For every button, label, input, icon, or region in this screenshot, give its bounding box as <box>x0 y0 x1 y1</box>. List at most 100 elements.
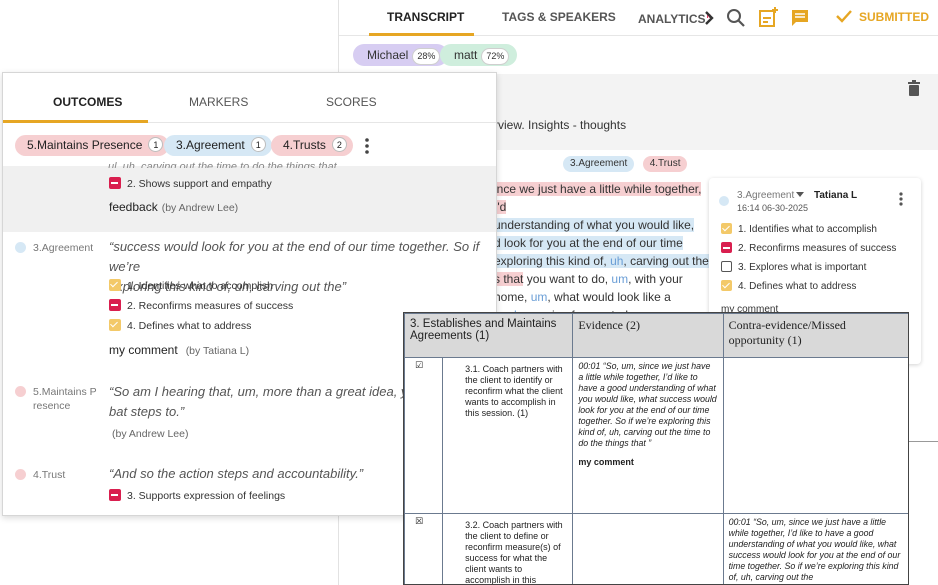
outcomes-tabs: OUTCOMES MARKERS SCORES <box>3 73 496 123</box>
transcript-text: understanding of what you would like, <box>494 218 695 232</box>
tab-outcomes[interactable]: OUTCOMES <box>53 73 122 123</box>
criterion-label: 2. Reconfirms measures of success <box>127 300 294 312</box>
chevron-right-icon[interactable] <box>697 6 721 30</box>
criterion-label: 3. Supports expression of feelings <box>127 490 286 502</box>
evidence-cell: 00:01 “So, um, since we just have a litt… <box>572 357 724 514</box>
speaker-chip-michael[interactable]: Michael 28% <box>353 44 449 66</box>
criterion-label: 2. Reconfirms measures of success <box>738 243 897 254</box>
criterion-item[interactable]: 2. Reconfirms measures of success <box>721 242 896 256</box>
minus-box-icon <box>109 177 121 189</box>
table-row: ☒ 3.2. Coach partners with the client to… <box>404 513 908 584</box>
comment-time: 16:14 06-30-2025 <box>737 203 809 213</box>
search-icon[interactable] <box>724 6 748 30</box>
checked-box-icon <box>721 280 732 291</box>
criterion-item[interactable]: 3. Explores what is important <box>721 261 866 275</box>
criterion-cell: 3.2. Coach partners with the client to d… <box>442 513 574 584</box>
label-line: resence <box>33 400 71 412</box>
criterion-item[interactable]: 1. Identifies what to accomplish <box>109 279 273 292</box>
filler-word: um <box>530 290 548 304</box>
criterion-label: 2. Shows support and empathy <box>127 178 272 190</box>
quote-line: “So am I hearing that, um, more than a g… <box>109 384 443 399</box>
speaker-percent: 28% <box>412 48 441 65</box>
criterion-item[interactable]: 4. Defines what to address <box>721 280 856 294</box>
table-header-row: 3. Establishes and Maintains Agreements … <box>404 313 908 358</box>
checked-box-icon <box>109 319 121 331</box>
contra-cell: 00:01 “So, um, since we just have a litt… <box>722 513 908 584</box>
competency-document: 3. Establishes and Maintains Agreements … <box>403 312 909 585</box>
chip-label: 5.Maintains Presence <box>27 138 143 152</box>
transcript-fragment: , carving out the <box>623 254 709 268</box>
tag-color-dot <box>15 386 26 397</box>
checked-box-icon[interactable]: ☑ <box>404 357 444 514</box>
tag-chip-agreement[interactable]: 3.Agreement <box>563 156 635 172</box>
comment-author: (by Andrew Lee) <box>161 202 239 214</box>
contra-cell <box>722 357 908 514</box>
quote-line: “success would look for you at the end o… <box>109 239 480 274</box>
criterion-label: 1. Identifies what to accomplish <box>738 224 877 235</box>
transcript-fragment: , with your <box>628 272 683 286</box>
criterion-item[interactable]: 1. Identifies what to accomplish <box>721 223 877 237</box>
tab-analytics-label: ANALYTICS <box>638 12 706 26</box>
transcript-text: ince we just have a little while togethe… <box>494 182 702 214</box>
tag-color-dot <box>15 469 26 480</box>
criterion-item[interactable]: 4. Defines what to address <box>109 319 251 332</box>
check-icon <box>836 10 852 23</box>
criterion-label: 4. Defines what to address <box>127 320 252 332</box>
entry-comment: my comment (by Tatiana L) <box>109 343 249 357</box>
minus-box-icon <box>109 299 121 311</box>
tab-scores[interactable]: SCORES <box>326 73 377 123</box>
comment-tag-dropdown[interactable]: 3.Agreement <box>737 190 805 201</box>
criterion-label: 1. Identifies what to accomplish <box>127 280 273 292</box>
transcript-text: exploring this kind of, uh, carving out … <box>494 254 709 268</box>
tag-chip-trust[interactable]: 4.Trust <box>642 156 688 172</box>
comment-text: my comment <box>109 343 178 357</box>
label-line: 5.Maintains P <box>33 386 97 398</box>
segment-notes: rview. Insights - thoughts <box>494 118 627 132</box>
trash-icon[interactable] <box>907 80 921 96</box>
comment-icon[interactable] <box>788 6 812 30</box>
filter-chip-trusts[interactable]: 4.Trusts 2 <box>271 135 353 156</box>
tab-markers[interactable]: MARKERS <box>189 73 248 123</box>
tag-color-dot <box>719 196 729 206</box>
segment-tags: 3.Agreement 4.Trust <box>563 153 691 172</box>
selected-outcome-row[interactable] <box>3 166 496 232</box>
table-header-cell: Evidence (2) <box>572 313 724 358</box>
entry-tag-label: 3.Agreement <box>33 242 94 254</box>
tab-transcript[interactable]: TRANSCRIPT <box>387 0 464 36</box>
competency-table: 3. Establishes and Maintains Agreements … <box>404 313 908 584</box>
criterion-item[interactable]: 2. Shows support and empathy <box>109 177 272 190</box>
entry-tag-label: 5.Maintains P resence <box>33 385 97 413</box>
transcript-fragment: home, <box>494 290 531 304</box>
evidence-comment: my comment <box>578 457 634 467</box>
transcript-text: d look for you at the end of our time <box>494 236 683 250</box>
feedback-comment: feedback (by Andrew Lee) <box>109 200 238 214</box>
filter-chip-agreement[interactable]: 3.Agreement 1 <box>164 135 272 156</box>
filter-chip-maintains-presence[interactable]: 5.Maintains Presence 1 <box>15 135 170 156</box>
comment-author: (by Tatiana L) <box>185 345 250 357</box>
comment-text: feedback <box>109 200 158 214</box>
transcript-paragraph[interactable]: ince we just have a little while togethe… <box>494 180 709 324</box>
crossed-box-icon[interactable]: ☒ <box>404 513 444 584</box>
submitted-button[interactable]: SUBMITTED <box>835 0 929 36</box>
tab-tags-speakers[interactable]: TAGS & SPEAKERS <box>502 0 616 36</box>
speaker-chip-matt[interactable]: matt 72% <box>440 44 518 66</box>
transcript-fragment: , what would look like a <box>547 290 671 304</box>
more-options-icon[interactable] <box>365 138 369 154</box>
filler-word: uh <box>610 254 624 268</box>
more-options-icon[interactable] <box>899 192 903 206</box>
chip-count: 2 <box>331 137 347 152</box>
chip-label: 3.Agreement <box>176 138 245 152</box>
active-tab-indicator <box>369 33 474 36</box>
transcript-text: s that <box>494 272 524 286</box>
filler-word: um <box>611 272 629 286</box>
add-note-icon[interactable] <box>756 6 780 30</box>
speaker-name: matt <box>454 48 478 62</box>
criterion-item[interactable]: 3. Supports expression of feelings <box>109 489 285 502</box>
minus-box-icon <box>721 242 732 253</box>
chip-count: 1 <box>250 137 266 152</box>
criterion-label: 4. Defines what to address <box>738 281 857 292</box>
quote-text-cut: ul, uh, carving out the time to do the t… <box>108 161 337 168</box>
checked-box-icon <box>721 223 732 234</box>
criterion-item[interactable]: 2. Reconfirms measures of success <box>109 299 293 312</box>
transcript-fragment: you want to do, <box>523 272 612 286</box>
